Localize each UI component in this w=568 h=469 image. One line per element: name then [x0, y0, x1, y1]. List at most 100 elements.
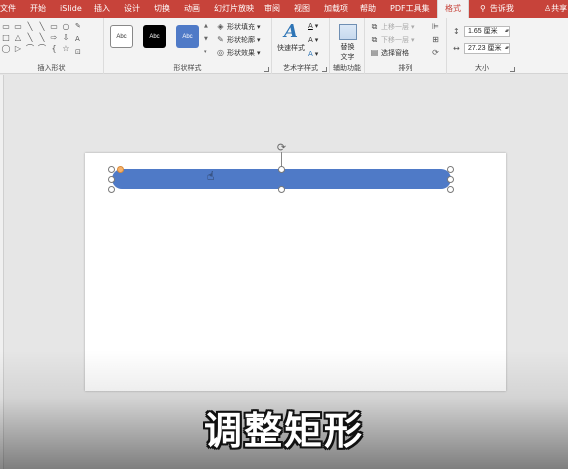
text-box-icon[interactable]: A	[75, 34, 81, 44]
shape-option-icon[interactable]: ⇨	[48, 32, 60, 43]
group-accessibility: 替换 文字 辅助功能	[330, 18, 365, 74]
group-button[interactable]: ⊞	[431, 35, 440, 45]
alt-text-button[interactable]: 替换 文字	[330, 20, 365, 62]
share-button[interactable]: ♙共享	[544, 0, 567, 18]
adjustment-handle[interactable]	[117, 166, 124, 173]
width-icon: ↔	[453, 44, 460, 53]
tab-help[interactable]: 帮助	[360, 0, 376, 18]
shape-option-icon[interactable]: ╲	[36, 21, 48, 32]
shape-option-icon[interactable]: {	[48, 43, 60, 54]
shape-style-commands: ◈ 形状填充 ▾ ✎ 形状轮廓 ▾ ◎ 形状效果 ▾	[216, 22, 261, 58]
text-effects-icon: A	[308, 50, 313, 58]
chevron-down-icon[interactable]: ▼	[204, 36, 210, 42]
shape-outline-button[interactable]: ✎ 形状轮廓 ▾	[216, 35, 260, 45]
share-label: 共享	[551, 4, 568, 13]
shape-option-icon[interactable]: ▭	[12, 21, 24, 32]
chevron-up-icon[interactable]: ▲	[204, 23, 210, 29]
group-size: ↕ 1.65 厘米 ↔ 27.23 厘米 大小	[447, 18, 517, 74]
resize-handle-left[interactable]	[108, 176, 115, 183]
tab-insert[interactable]: 插入	[94, 0, 110, 18]
tab-format[interactable]: 格式	[437, 0, 469, 18]
shape-option-icon[interactable]: ╲	[24, 21, 36, 32]
shape-option-icon[interactable]: ╲	[24, 32, 36, 43]
bring-forward-button[interactable]: ⧉ 上移一层 ▾	[370, 22, 415, 32]
send-backward-button[interactable]: ⧉ 下移一层 ▾	[370, 35, 415, 45]
selection-pane-button[interactable]: ▤ 选择窗格	[370, 48, 415, 58]
tab-review[interactable]: 审阅	[264, 0, 280, 18]
resize-handle-top-right[interactable]	[447, 166, 454, 173]
width-control: ↔ 27.23 厘米	[453, 43, 510, 54]
resize-handle-bottom[interactable]	[278, 186, 285, 193]
shape-effects-label: 形状效果	[227, 49, 255, 57]
wordart-commands: A ▾ A ▾ A ▾	[308, 21, 318, 59]
resize-handle-bottom-left[interactable]	[108, 186, 115, 193]
height-input[interactable]: 1.65 厘米	[464, 26, 510, 37]
shape-option-icon[interactable]: ⇩	[60, 32, 72, 43]
style-preset-blue[interactable]: Abc	[176, 25, 199, 48]
shape-option-icon[interactable]: ◯	[0, 43, 12, 54]
text-fill-button[interactable]: A ▾	[308, 21, 318, 31]
tab-home[interactable]: 开始	[30, 0, 46, 18]
tell-me-box[interactable]: ⚲ 告诉我	[480, 0, 514, 18]
shape-option-icon[interactable]: ○	[60, 21, 72, 32]
chevron-down-icon: ▾	[314, 50, 319, 58]
resize-handle-top[interactable]	[278, 166, 285, 173]
dialog-launcher-icon[interactable]	[322, 67, 327, 72]
group-wordart-styles: A 快速样式 A ▾ A ▾ A ▾ 艺术字样式	[272, 18, 330, 74]
shape-fill-label: 形状填充	[227, 23, 255, 31]
group-label-insert-shapes: 插入形状	[37, 64, 66, 72]
tab-slideshow[interactable]: 幻灯片放映	[214, 0, 254, 18]
shape-option-icon[interactable]: ▭	[0, 21, 12, 32]
merge-shapes-icon[interactable]: ⊡	[75, 47, 81, 57]
video-caption: 调整矩形	[203, 409, 364, 453]
shape-effects-button[interactable]: ◎ 形状效果 ▾	[216, 48, 261, 58]
width-input[interactable]: 27.23 厘米	[464, 43, 510, 54]
resize-handle-top-left[interactable]	[108, 166, 115, 173]
pencil-icon: ✎	[217, 35, 224, 44]
tab-file[interactable]: 文件	[0, 0, 16, 18]
group-shape-styles: Abc Abc Abc ▲ ▼ ▾ ◈ 形状填充 ▾ ✎ 形状轮廓 ▾ ◎ 形状效果 ▾ 形…	[104, 18, 272, 74]
tab-transitions[interactable]: 切换	[154, 0, 170, 18]
shape-fill-button[interactable]: ◈ 形状填充 ▾	[216, 22, 260, 32]
tab-design[interactable]: 设计	[124, 0, 140, 18]
shape-option-icon[interactable]: ☆	[60, 43, 72, 54]
style-preset-outline[interactable]: Abc	[110, 25, 133, 48]
rotate-button[interactable]: ⟳	[431, 48, 440, 58]
resize-handle-right[interactable]	[447, 176, 454, 183]
text-fill-icon: A	[308, 22, 313, 30]
tab-view[interactable]: 视图	[294, 0, 310, 18]
dialog-launcher-icon[interactable]	[264, 67, 269, 72]
tab-animations[interactable]: 动画	[184, 0, 200, 18]
group-arrange: ⧉ 上移一层 ▾ ⧉ 下移一层 ▾ ▤ 选择窗格 ⊫ ⊞ ⟳ 排列	[365, 18, 447, 74]
text-outline-button[interactable]: A ▾	[308, 35, 318, 45]
resize-handle-bottom-right[interactable]	[447, 186, 454, 193]
tab-pdf-tools[interactable]: PDF工具集	[390, 0, 430, 18]
shapes-gallery[interactable]: ▭ ▭ ╲ ╲ ▭ ○ □ △ ╲ ╲ ⇨ ⇩ ◯ ▷ ⌒ ⌒{☆	[0, 21, 72, 54]
send-backward-label: 下移一层	[381, 36, 409, 44]
rotate-icon: ⟳	[432, 48, 439, 57]
shape-option-icon[interactable]: ╲	[36, 32, 48, 43]
align-button[interactable]: ⊫	[431, 22, 440, 32]
text-effects-button[interactable]: A ▾	[308, 49, 318, 59]
shape-option-icon[interactable]: ⌒	[24, 43, 36, 54]
group-objects-icon: ⊞	[432, 35, 439, 44]
shape-option-icon[interactable]: □	[0, 32, 12, 43]
quick-styles-button[interactable]: A 快速样式	[275, 21, 307, 53]
shape-option-icon[interactable]: △	[12, 32, 24, 43]
shape-option-icon[interactable]: ▷	[12, 43, 24, 54]
shape-outline-label: 形状轮廓	[227, 36, 255, 44]
style-preset-dark[interactable]: Abc	[143, 25, 166, 48]
edit-shape-icon[interactable]: ✎	[75, 21, 81, 31]
chevron-down-icon: ▾	[314, 36, 319, 44]
tab-islide[interactable]: iSlide	[60, 0, 82, 18]
dialog-launcher-icon[interactable]	[510, 67, 515, 72]
tab-addins[interactable]: 加载项	[324, 0, 348, 18]
rotate-handle-icon[interactable]: ⟳	[276, 142, 287, 153]
more-icon[interactable]: ▾	[204, 49, 210, 55]
arrange-icon-column: ⊫ ⊞ ⟳	[431, 22, 440, 58]
style-gallery-scroll[interactable]: ▲ ▼ ▾	[204, 23, 210, 55]
lightbulb-icon: ⚲	[480, 4, 486, 13]
shape-option-icon[interactable]: ▭	[48, 21, 60, 32]
ribbon: ▭ ▭ ╲ ╲ ▭ ○ □ △ ╲ ╲ ⇨ ⇩ ◯ ▷ ⌒ ⌒{☆ ✎ A ⊡ 插入形状 Abc Abc Ab…	[0, 18, 568, 74]
shape-option-icon[interactable]: ⌒	[36, 43, 48, 54]
